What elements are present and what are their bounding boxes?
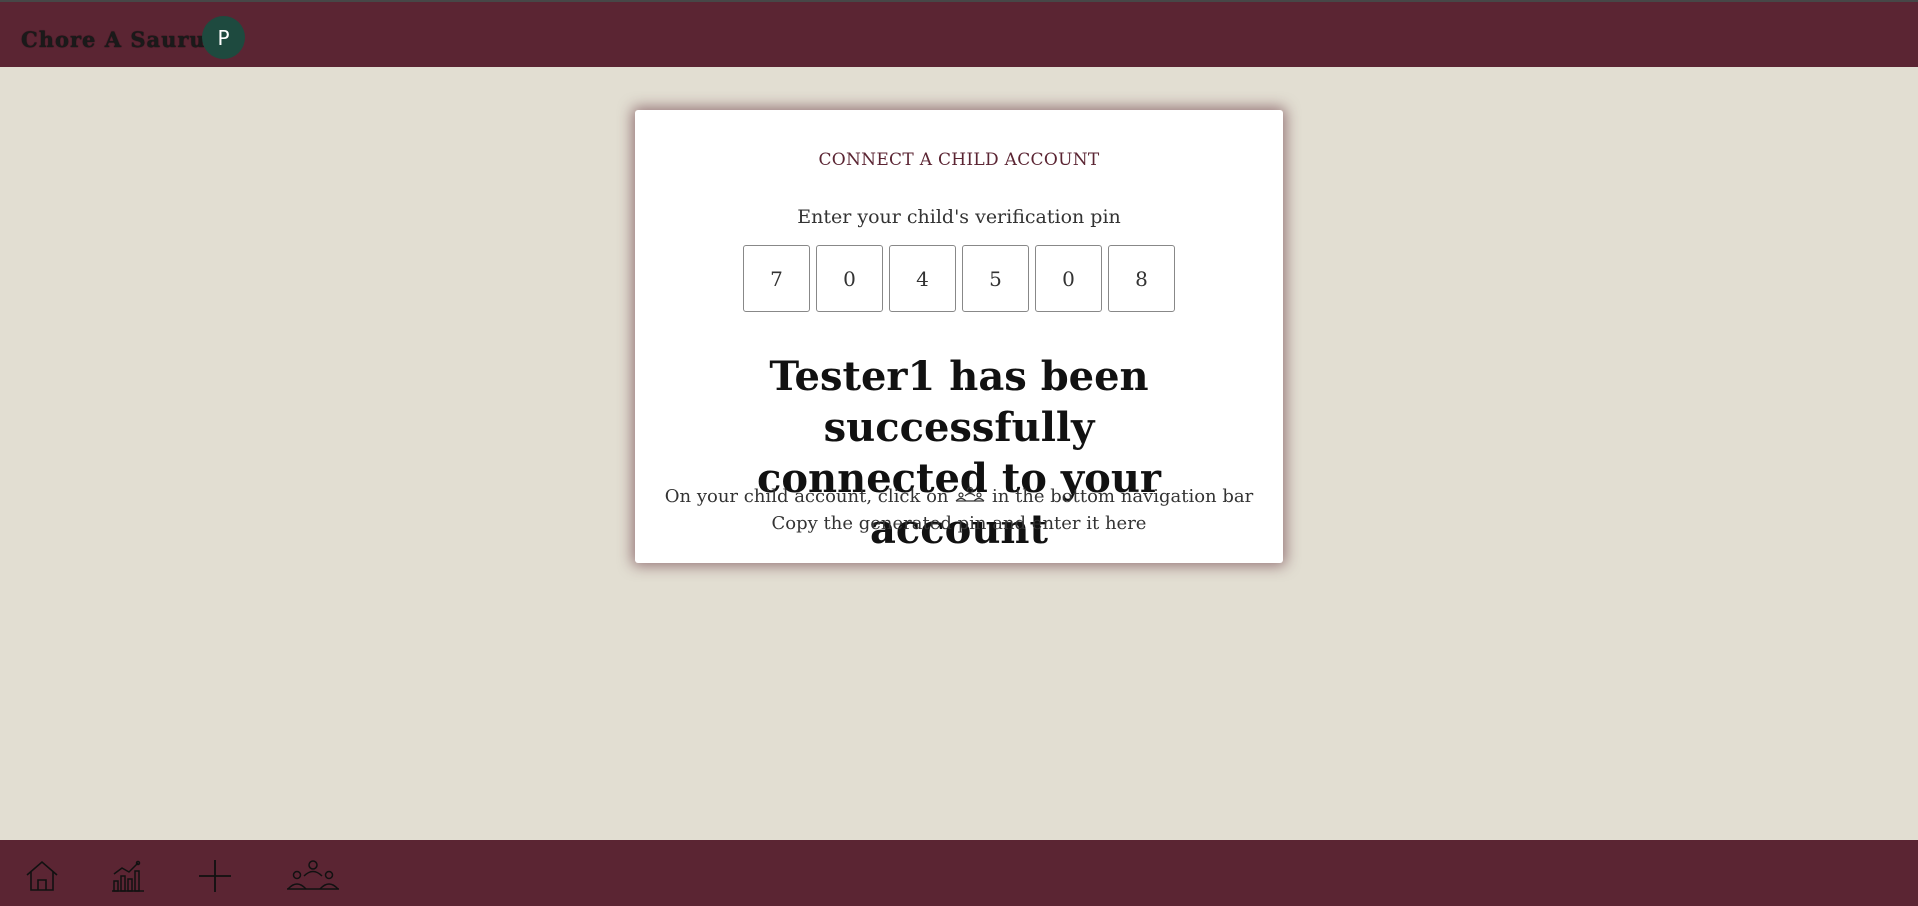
pin-digit-5[interactable]: 0	[1035, 245, 1102, 312]
home-icon	[24, 859, 60, 897]
pin-digit-1[interactable]: 7	[743, 245, 810, 312]
pin-digit-3[interactable]: 4	[889, 245, 956, 312]
pin-digit-2[interactable]: 0	[816, 245, 883, 312]
instruction-text-before-icon: On your child account, click on	[664, 486, 949, 507]
stats-chart-icon	[110, 859, 146, 897]
top-bar: Chore A Saurus P	[0, 0, 1918, 67]
nav-home[interactable]	[22, 860, 62, 896]
instruction-text-after-icon: in the bottom navigation bar	[992, 486, 1254, 507]
card-title: CONNECT A CHILD ACCOUNT	[818, 150, 1100, 170]
connect-accounts-icon	[954, 486, 986, 511]
pin-prompt: Enter your child's verification pin	[797, 206, 1121, 228]
app-title[interactable]: Chore A Saurus	[21, 27, 219, 52]
bottom-navigation-bar	[0, 840, 1918, 906]
nav-stats[interactable]	[108, 860, 148, 896]
add-icon	[197, 858, 233, 898]
pin-input-group: 7 0 4 5 0 8	[743, 245, 1175, 312]
nav-add[interactable]	[195, 860, 235, 896]
connect-child-card: CONNECT A CHILD ACCOUNT Enter your child…	[635, 110, 1283, 563]
avatar[interactable]: P	[202, 16, 245, 59]
instruction-line-1: On your child account, click on in the b…	[635, 484, 1283, 511]
pin-digit-6[interactable]: 8	[1108, 245, 1175, 312]
instructions: On your child account, click on in the b…	[635, 484, 1283, 536]
connect-accounts-icon	[284, 859, 342, 897]
pin-digit-4[interactable]: 5	[962, 245, 1029, 312]
nav-connect-accounts[interactable]	[283, 860, 343, 896]
instruction-line-2: Copy the generated pin and enter it here	[771, 513, 1147, 534]
